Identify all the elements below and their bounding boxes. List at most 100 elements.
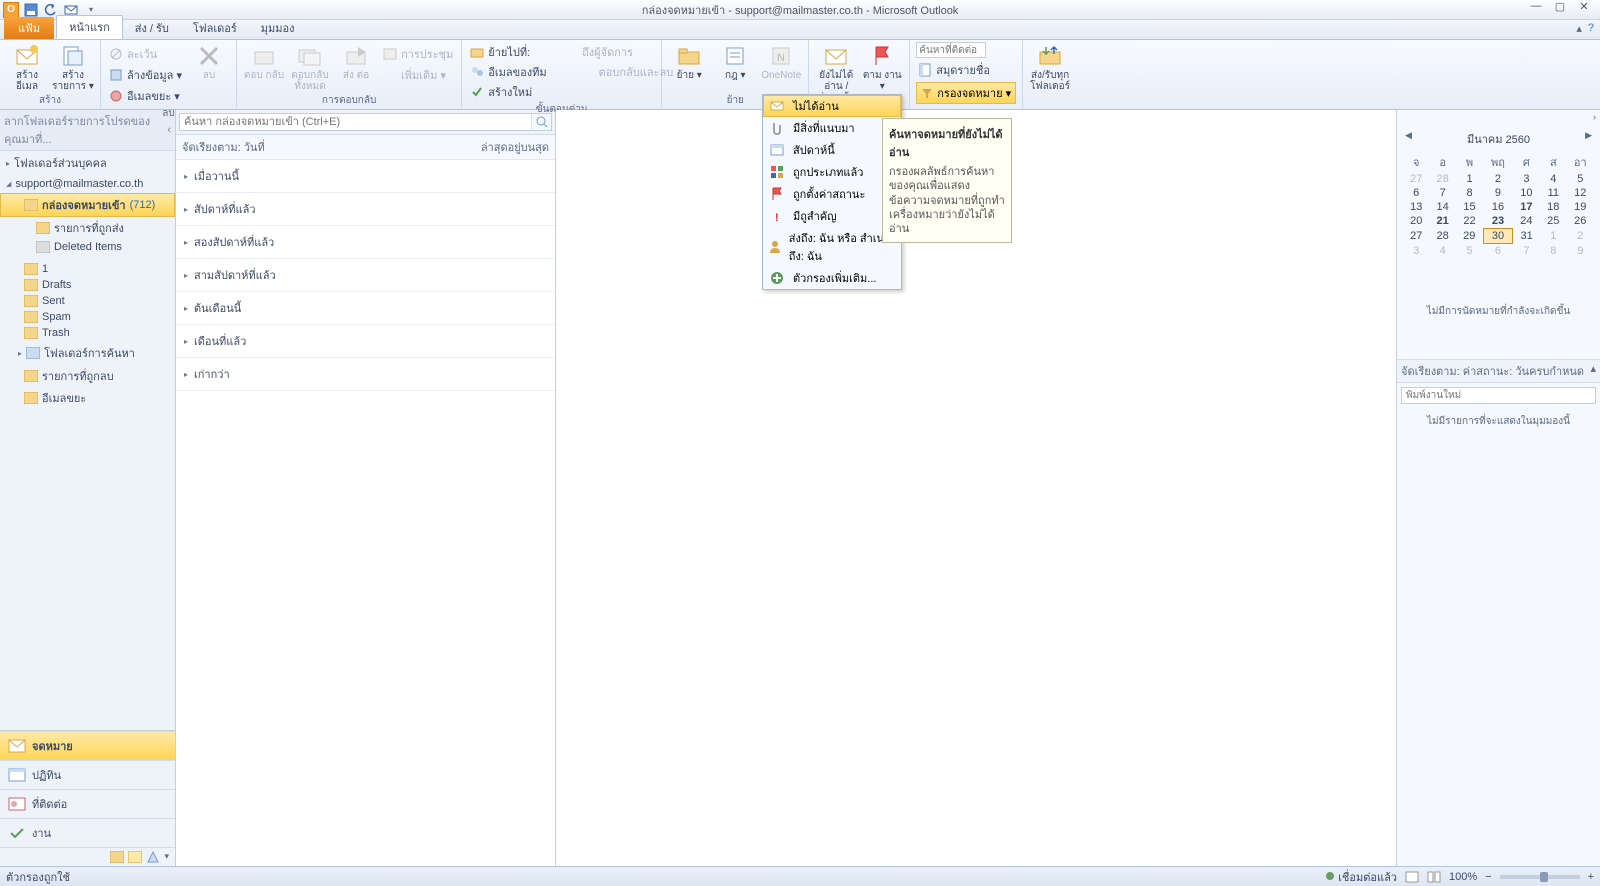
quick-done: ตอบกลับและลบ (579, 62, 676, 82)
date-group[interactable]: สามสัปดาห์ที่แล้ว (176, 259, 555, 292)
filter-menu-item[interactable]: ตัวกรองเพิ่มเติม... (763, 267, 901, 289)
junk-button[interactable]: อีเมลขยะ ▾ (107, 86, 184, 106)
nav-junk[interactable]: อีเมลขยะ (0, 387, 175, 409)
rules-button[interactable]: กฎ ▾ (714, 42, 756, 81)
maximize-button[interactable]: ▢ (1554, 0, 1566, 13)
nav-trash[interactable]: Trash (0, 325, 175, 341)
cal-next-icon[interactable]: ▶ (1585, 130, 1592, 141)
svg-text:N: N (777, 52, 785, 64)
delete-button[interactable]: ลบ (188, 42, 230, 81)
meeting-button: การประชุม (381, 44, 455, 64)
close-button[interactable]: ✕ (1578, 0, 1590, 13)
tab-folder[interactable]: โฟลเดอร์ (181, 17, 249, 39)
group-label-delete: ลบ (107, 106, 230, 122)
tooltip-title: ค้นหาจดหมายที่ยังไม่ได้อ่าน (889, 125, 1005, 161)
onenote-button[interactable]: NOneNote (760, 42, 802, 81)
group-label-new: สร้าง (6, 93, 94, 109)
tab-view[interactable]: มุมมอง (249, 17, 307, 39)
date-group[interactable]: เดือนที่แล้ว (176, 325, 555, 358)
date-group[interactable]: เก่ากว่า (176, 358, 555, 391)
filter-menu-item[interactable]: ไม่ได้อ่าน (763, 95, 901, 117)
nav-favorites-header[interactable]: โฟลเดอร์ส่วนบุคคล (0, 151, 175, 175)
quick-moveto[interactable]: ย้ายไปที่: (468, 42, 532, 62)
sort-order-label[interactable]: ล่าสุดอยู่บนสุด (481, 138, 549, 156)
date-group[interactable]: ต้นเดือนนี้ (176, 292, 555, 325)
nav-folder-1[interactable]: 1 (0, 261, 175, 277)
zoom-in-icon[interactable]: + (1588, 871, 1594, 883)
nav-mini-folder-icon[interactable] (110, 851, 124, 863)
nav-sent[interactable]: Sent (0, 293, 175, 309)
tab-home[interactable]: หน้าแรก (56, 15, 123, 39)
move-button[interactable]: ย้าย ▾ (668, 42, 710, 81)
followup-button[interactable]: ตาม งาน ▾ (861, 42, 903, 92)
filter-email-button[interactable]: กรองจดหมาย ▾ (916, 82, 1016, 104)
address-book-button[interactable]: สมุดรายชื่อ (916, 60, 1016, 80)
nav-drafts[interactable]: Drafts (0, 277, 175, 293)
nav-mini-more-icon[interactable]: ▾ (164, 851, 169, 863)
arrange-by-label[interactable]: จัดเรียงตาม: วันที่ (182, 138, 265, 156)
view-normal-icon[interactable] (1405, 871, 1419, 883)
new-task-input[interactable] (1401, 387, 1596, 404)
nav-calendar-button[interactable]: ปฏิทิน (0, 760, 175, 789)
ribbon-minimize-icon[interactable]: ▴ (1576, 22, 1582, 35)
filter-menu-item[interactable]: มีสิ่งที่แนบมา (763, 117, 901, 139)
date-group[interactable]: เมื่อวานนี้ (176, 160, 555, 193)
nav-mini-buttons: ▾ (0, 847, 175, 866)
find-contact-input[interactable] (916, 42, 986, 58)
nav-tasks-button[interactable]: งาน (0, 818, 175, 847)
cal-prev-icon[interactable]: ◀ (1405, 130, 1412, 141)
status-bar: ตัวกรองถูกใช้ เชื่อมต่อแล้ว 100% − + (0, 866, 1600, 886)
qat-save-icon[interactable] (22, 1, 40, 19)
nav-mini-shortcuts-icon[interactable] (146, 851, 160, 863)
help-icon[interactable]: ? (1588, 22, 1594, 35)
date-groups: เมื่อวานนี้สัปดาห์ที่แล้วสองสัปดาห์ที่แล… (176, 160, 555, 391)
no-tasks-label: ไม่มีรายการที่จะแสดงในมุมมองนี้ (1397, 408, 1600, 435)
calendar-title[interactable]: มีนาคม 2560 (1467, 134, 1530, 146)
filter-menu-item[interactable]: !มีถูสำคัญ (763, 205, 901, 227)
quick-new[interactable]: สร้างใหม่ (468, 82, 534, 102)
nav-account-header[interactable]: support@mailmaster.co.th (0, 175, 175, 193)
quick-team[interactable]: อีเมลของทีม (468, 62, 548, 82)
nav-search-folders[interactable]: โฟลเดอร์การค้นหา (0, 341, 175, 365)
date-navigator: ◀ มีนาคม 2560 ▶ จอพพฤศสอา272812345678910… (1397, 124, 1600, 264)
filter-menu-item[interactable]: สัปดาห์นี้ (763, 139, 901, 161)
respond-more-button: เพิ่มเติม ▾ (381, 65, 455, 85)
nav-sent-items[interactable]: รายการที่ถูกส่ง (0, 217, 175, 239)
calendar-grid[interactable]: จอพพฤศสอา2728123456789101112131415161718… (1403, 152, 1594, 258)
ignore-button: ละเว้น (107, 44, 184, 64)
new-items-button[interactable]: สร้าง รายการ ▾ (52, 42, 94, 92)
nav-contacts-button[interactable]: ที่ติดต่อ (0, 789, 175, 818)
reply-button[interactable]: ตอบ กลับ (243, 42, 285, 81)
task-arrange-header[interactable]: จัดเรียงตาม: ค่าสถานะ: วันครบกำหนด▴ (1397, 359, 1600, 383)
todo-bar-collapse[interactable]: › (1397, 110, 1600, 124)
nav-mail-button[interactable]: จดหมาย (0, 731, 175, 760)
zoom-slider[interactable] (1500, 875, 1580, 879)
tab-file[interactable]: แฟ้ม (4, 17, 54, 39)
nav-mini-notes-icon[interactable] (128, 851, 142, 863)
forward-button[interactable]: ส่ง ต่อ (335, 42, 377, 81)
nav-all-deleted[interactable]: รายการที่ถูกลบ (0, 365, 175, 387)
cleanup-button[interactable]: ล้างข้อมูล ▾ (107, 65, 184, 85)
reply-all-button[interactable]: ตอบกลับ ทั้งหมด (289, 42, 331, 92)
ribbon-group-sendreceive: ส่ง/รับทุก โฟลเดอร์ (1023, 40, 1077, 109)
nav-spam[interactable]: Spam (0, 309, 175, 325)
date-group[interactable]: สองสัปดาห์ที่แล้ว (176, 226, 555, 259)
window-controls: — ▢ ✕ (1530, 0, 1596, 13)
group-label-sendall (1029, 97, 1071, 109)
new-email-button[interactable]: สร้าง อีเมล (6, 42, 48, 92)
arrange-header[interactable]: จัดเรียงตาม: วันที่ ล่าสุดอยู่บนสุด (176, 135, 555, 160)
nav-inbox[interactable]: กล่องจดหมายเข้า (712) (0, 193, 175, 217)
send-receive-all-button[interactable]: ส่ง/รับทุก โฟลเดอร์ (1029, 42, 1071, 92)
date-group[interactable]: สัปดาห์ที่แล้ว (176, 193, 555, 226)
nav-deleted-items[interactable]: Deleted Items (0, 239, 175, 255)
view-reading-icon[interactable] (1427, 871, 1441, 883)
tab-send-receive[interactable]: ส่ง / รับ (123, 17, 181, 39)
filter-tooltip: ค้นหาจดหมายที่ยังไม่ได้อ่าน กรองผลลัพธ์ก… (882, 118, 1012, 243)
filter-menu-item[interactable]: ส่งถึง: ฉัน หรือ สำเนาถึง: ฉัน (763, 227, 901, 267)
ribbon-help: ▴ ? (1576, 22, 1594, 35)
filter-menu-item[interactable]: ถูกตั้งค่าสถานะ (763, 183, 901, 205)
group-label-respond: การตอบกลับ (243, 93, 455, 109)
minimize-button[interactable]: — (1530, 0, 1542, 13)
filter-menu-item[interactable]: ถูกประเภทแล้ว (763, 161, 901, 183)
zoom-out-icon[interactable]: − (1485, 871, 1491, 883)
